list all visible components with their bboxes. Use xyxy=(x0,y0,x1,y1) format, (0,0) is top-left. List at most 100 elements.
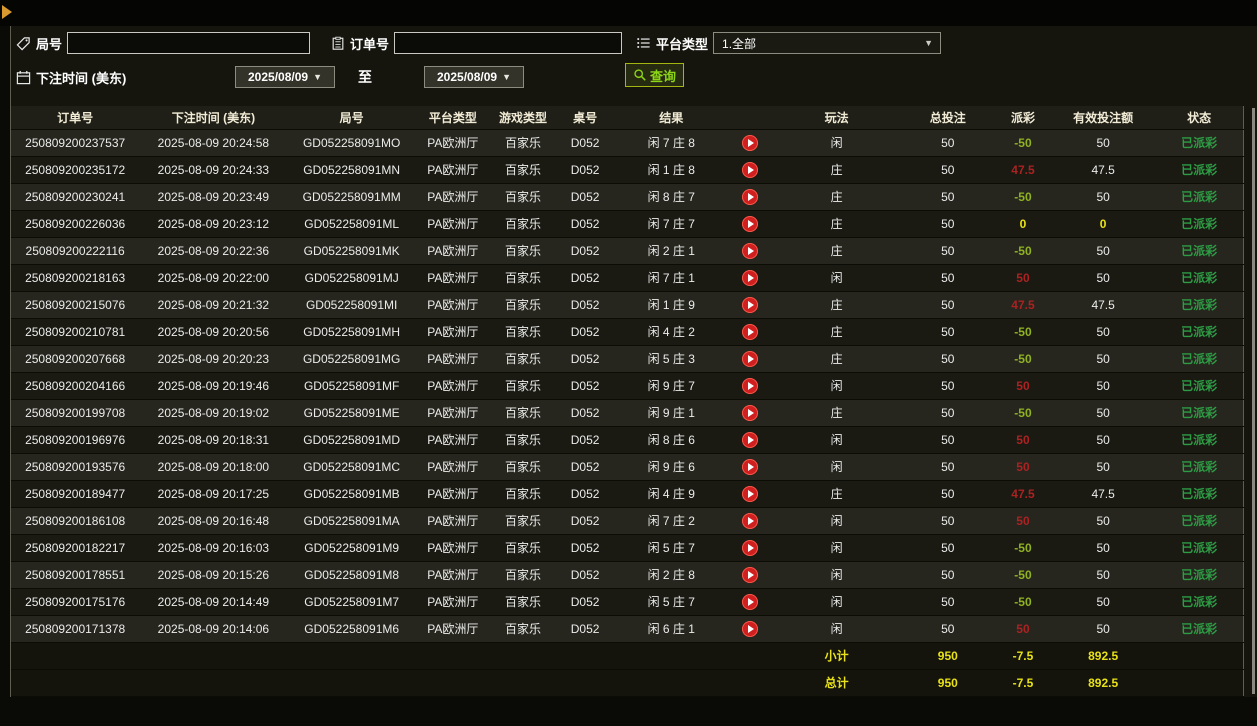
table-row: 250809200204166 2025-08-09 20:19:46 GD0522… xyxy=(11,372,1244,400)
play-video-button[interactable] xyxy=(742,350,759,367)
table-row: 250809200182217 2025-08-09 20:16:03 GD0522… xyxy=(11,534,1244,562)
cell-platform: PA欧洲厅 xyxy=(415,561,490,589)
cell-valid: 50 xyxy=(1051,129,1156,157)
cell-round: GD052258091MJ xyxy=(287,264,416,292)
cell-order: 250809200222116 xyxy=(11,237,140,265)
cell-game: 百家乐 xyxy=(489,453,557,481)
cell-platform: PA欧洲厅 xyxy=(415,129,490,157)
cell-valid: 50 xyxy=(1051,237,1156,265)
cell-play xyxy=(728,345,773,373)
cell-bet: 庄 xyxy=(772,183,901,211)
cell-status: 已派彩 xyxy=(1155,399,1244,427)
cell-round: GD052258091ME xyxy=(287,399,416,427)
cell-time: 2025-08-09 20:16:03 xyxy=(139,534,288,562)
cell-result: 闲 2 庄 1 xyxy=(614,237,729,265)
play-video-button[interactable] xyxy=(742,512,759,529)
play-icon xyxy=(748,462,755,471)
table-row: 250809200222116 2025-08-09 20:22:36 GD0522… xyxy=(11,237,1244,265)
round-input[interactable] xyxy=(67,32,311,54)
table-row: 250809200230241 2025-08-09 20:23:49 GD0522… xyxy=(11,183,1244,211)
order-filter: 订单号 xyxy=(331,31,623,55)
play-video-button[interactable] xyxy=(742,566,759,583)
play-video-button[interactable] xyxy=(742,134,759,151)
cell-play xyxy=(728,507,773,535)
cell-table: D052 xyxy=(556,183,615,211)
cell-status: 已派彩 xyxy=(1155,345,1244,373)
cell-total: 50 xyxy=(900,318,995,346)
play-video-button[interactable] xyxy=(742,215,759,232)
vertical-scrollbar[interactable] xyxy=(1252,108,1255,694)
cell-time: 2025-08-09 20:16:48 xyxy=(139,507,288,535)
play-icon xyxy=(748,273,755,282)
play-video-button[interactable] xyxy=(742,593,759,610)
play-video-button[interactable] xyxy=(742,458,759,475)
cell-platform: PA欧洲厅 xyxy=(415,453,490,481)
play-icon xyxy=(748,165,755,174)
cell-play xyxy=(728,237,773,265)
collapse-arrow-icon[interactable] xyxy=(2,5,12,19)
play-video-button[interactable] xyxy=(742,269,759,286)
cell-game: 百家乐 xyxy=(489,210,557,238)
cell-play xyxy=(728,291,773,319)
cell-status: 已派彩 xyxy=(1155,183,1244,211)
date-to-picker[interactable]: 2025/08/09 xyxy=(424,66,524,88)
cell-table: D052 xyxy=(556,507,615,535)
play-icon xyxy=(748,624,755,633)
cell-time: 2025-08-09 20:24:33 xyxy=(139,156,288,184)
cell-time: 2025-08-09 20:14:49 xyxy=(139,588,288,616)
clipboard-icon xyxy=(331,36,345,51)
play-video-button[interactable] xyxy=(742,620,759,637)
play-video-button[interactable] xyxy=(742,161,759,178)
cell-total: 50 xyxy=(900,426,995,454)
column-header: 订单号 xyxy=(11,106,140,130)
play-icon xyxy=(748,327,755,336)
cell-play xyxy=(728,264,773,292)
cell-play xyxy=(728,453,773,481)
play-video-button[interactable] xyxy=(742,323,759,340)
cell-time: 2025-08-09 20:18:31 xyxy=(139,426,288,454)
cell-play xyxy=(728,129,773,157)
play-video-button[interactable] xyxy=(742,242,759,259)
date-from-picker[interactable]: 2025/08/09 xyxy=(235,66,335,88)
cell-total: 50 xyxy=(900,507,995,535)
play-video-button[interactable] xyxy=(742,188,759,205)
cell-round: GD052258091M9 xyxy=(287,534,416,562)
platform-select[interactable]: 1.全部 xyxy=(713,32,942,54)
cell-table: D052 xyxy=(556,534,615,562)
cell-bet: 闲 xyxy=(772,372,901,400)
cell-status: 已派彩 xyxy=(1155,534,1244,562)
main-panel: 局号 订单号 平台类型 1.全部 下注时间 (美东) xyxy=(10,26,1257,697)
play-video-button[interactable] xyxy=(742,485,759,502)
platform-select-value: 1.全部 xyxy=(722,36,757,51)
cell-total: 50 xyxy=(900,237,995,265)
cell-status: 已派彩 xyxy=(1155,291,1244,319)
column-header: 状态 xyxy=(1155,106,1244,130)
bet-time-filter: 下注时间 (美东) xyxy=(16,65,126,89)
bet-time-label: 下注时间 (美东) xyxy=(36,70,127,86)
play-video-button[interactable] xyxy=(742,404,759,421)
cell-game: 百家乐 xyxy=(489,399,557,427)
search-icon xyxy=(633,68,647,82)
play-video-button[interactable] xyxy=(742,377,759,394)
cell-order: 250809200235172 xyxy=(11,156,140,184)
cell-platform: PA欧洲厅 xyxy=(415,534,490,562)
cell-status: 已派彩 xyxy=(1155,507,1244,535)
play-video-button[interactable] xyxy=(742,296,759,313)
column-header: 总投注 xyxy=(900,106,995,130)
cell-play xyxy=(728,480,773,508)
cell-result: 闲 5 庄 7 xyxy=(614,534,729,562)
play-video-button[interactable] xyxy=(742,539,759,556)
query-button[interactable]: 查询 xyxy=(625,63,685,87)
tag-icon xyxy=(16,36,31,51)
cell-platform: PA欧洲厅 xyxy=(415,183,490,211)
cell-game: 百家乐 xyxy=(489,588,557,616)
order-input[interactable] xyxy=(394,32,623,54)
cell-status: 已派彩 xyxy=(1155,210,1244,238)
cell-payout: -50 xyxy=(994,129,1052,157)
play-video-button[interactable] xyxy=(742,431,759,448)
total-status xyxy=(1155,669,1244,697)
cell-time: 2025-08-09 20:23:49 xyxy=(139,183,288,211)
cell-platform: PA欧洲厅 xyxy=(415,318,490,346)
cell-valid: 50 xyxy=(1051,507,1156,535)
cell-platform: PA欧洲厅 xyxy=(415,264,490,292)
